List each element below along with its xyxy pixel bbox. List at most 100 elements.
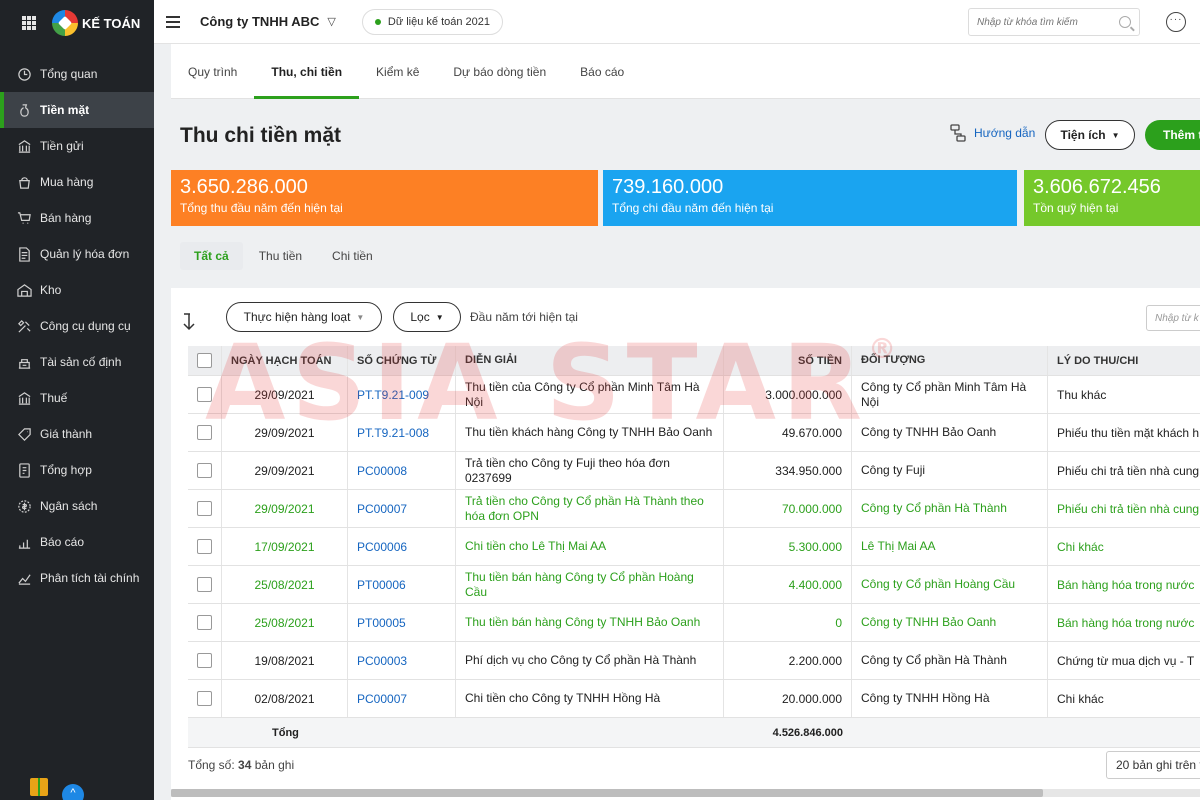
scrollbar-thumb[interactable] [171, 789, 1043, 797]
row-doc-number-text[interactable]: PC00003 [357, 654, 407, 668]
row-doc-number[interactable]: PT.T9.21-008 [348, 414, 456, 451]
row-doc-number-text[interactable]: PT00006 [357, 578, 406, 592]
row-doc-number[interactable]: PC00003 [348, 642, 456, 679]
sidebar-item-cong-cu-dung-cu[interactable]: Công cụ dụng cụ [0, 308, 154, 344]
help-link[interactable]: Hướng dẫn [950, 124, 1035, 142]
horizontal-scrollbar[interactable] [171, 789, 1200, 797]
column-header[interactable]: Diễn giải [456, 346, 724, 375]
row-checkbox[interactable] [197, 387, 212, 402]
row-doc-number[interactable]: PT.T9.21-009 [348, 376, 456, 413]
tab-4[interactable]: Báo cáo [563, 44, 641, 99]
column-header[interactable]: Đối tượng [852, 346, 1048, 375]
row-checkbox[interactable] [197, 501, 212, 516]
row-doc-number-text[interactable]: PT.T9.21-008 [357, 426, 429, 440]
sidebar-item-label: Tiền gửi [40, 139, 84, 153]
sidebar-item-mua-hang[interactable]: Mua hàng [0, 164, 154, 200]
chevron-up-icon[interactable]: ^ [62, 784, 84, 800]
sidebar-item-tien-gui[interactable]: Tiền gửi [0, 128, 154, 164]
table-row[interactable]: 25/08/2021 PT00005 Thu tiền bán hàng Công … [188, 604, 1200, 642]
row-doc-number[interactable]: PC00006 [348, 528, 456, 565]
row-checkbox[interactable] [197, 691, 212, 706]
row-description-text: Trả tiền cho Công ty Cổ phần Hà Thành th… [465, 493, 704, 523]
sidebar-item-phan-tich-tai-chinh[interactable]: Phân tích tài chính [0, 560, 154, 596]
sidebar-item-ngan-sach[interactable]: Ngân sách [0, 488, 154, 524]
row-doc-number-text[interactable]: PC00007 [357, 502, 407, 516]
row-checkbox[interactable] [197, 463, 212, 478]
column-header[interactable]: Ngày hạch toán [222, 346, 348, 375]
row-doc-number[interactable]: PC00007 [348, 680, 456, 717]
row-doc-number-text[interactable]: PC00006 [357, 540, 407, 554]
row-checkbox[interactable] [197, 577, 212, 592]
tab-3[interactable]: Dự báo dòng tiền [436, 44, 563, 99]
table-row[interactable]: 02/08/2021 PC00007 Chi tiền cho Công ty TN… [188, 680, 1200, 718]
select-all-checkbox[interactable] [197, 353, 212, 368]
row-doc-number[interactable]: PC00007 [348, 490, 456, 527]
row-amount: 5.300.000 [724, 528, 852, 565]
sidebar-item-bao-cao[interactable]: Báo cáo [0, 524, 154, 560]
row-date-text: 19/08/2021 [254, 653, 315, 668]
table-row[interactable]: 29/09/2021 PC00007 Trả tiền cho Công ty Cổ… [188, 490, 1200, 528]
bar-chart-icon [16, 534, 32, 550]
search-icon[interactable] [1119, 16, 1131, 28]
sidebar-item-quan-ly-hoa-don[interactable]: Quản lý hóa đơn [0, 236, 154, 272]
tab-1[interactable]: Thu, chi tiền [254, 44, 359, 99]
sidebar-item-ban-hang[interactable]: Bán hàng [0, 200, 154, 236]
sidebar-item-thue[interactable]: Thuế [0, 380, 154, 416]
sidebar-item-tong-hop[interactable]: Tổng hợp [0, 452, 154, 488]
row-doc-number-text[interactable]: PC00007 [357, 692, 407, 706]
row-description-text: Thu tiền bán hàng Công ty Cổ phần Hoàng … [465, 569, 694, 599]
sort-arrow-icon[interactable] [181, 312, 197, 332]
column-header[interactable]: Lý do thu/chi [1048, 346, 1200, 375]
table-row[interactable]: 25/08/2021 PT00006 Thu tiền bán hàng Công … [188, 566, 1200, 604]
page-size-select[interactable]: 20 bản ghi trên t [1106, 751, 1200, 779]
sidebar-item-gia-thanh[interactable]: Giá thành [0, 416, 154, 452]
column-header[interactable]: Số tiền [724, 346, 852, 375]
data-year-chip[interactable]: Dữ liệu kế toán 2021 [361, 8, 504, 35]
sidebar-item-kho[interactable]: Kho [0, 272, 154, 308]
row-doc-number[interactable]: PT00006 [348, 566, 456, 603]
row-doc-number-text[interactable]: PT00005 [357, 616, 406, 630]
row-reason: Phiếu chi trả tiền nhà cung [1048, 490, 1200, 527]
more-options-icon[interactable]: ··· [1166, 12, 1186, 32]
app-grid-icon[interactable] [22, 16, 36, 30]
row-description: Thu tiền bán hàng Công ty TNHH Bảo Oanh [456, 604, 724, 641]
row-checkbox[interactable] [197, 653, 212, 668]
row-doc-number[interactable]: PT00005 [348, 604, 456, 641]
filter-button[interactable]: Lọc ▼ [393, 302, 461, 332]
row-reason: Phiếu thu tiền mặt khách h [1048, 414, 1200, 451]
hamburger-menu-icon[interactable] [166, 13, 180, 31]
column-header[interactable]: Số chứng từ [348, 346, 456, 375]
table-row[interactable]: 19/08/2021 PC00003 Phí dịch vụ cho Công ty… [188, 642, 1200, 680]
sidebar-item-tong-quan[interactable]: Tổng quan [0, 56, 154, 92]
sidebar-item-tai-san-co-dinh[interactable]: Tài sản cố định [0, 344, 154, 380]
filter-tab-2[interactable]: Chi tiền [318, 242, 387, 270]
row-checkbox[interactable] [197, 539, 212, 554]
gift-icon[interactable] [30, 778, 48, 796]
company-selector[interactable]: Công ty TNHH ABC ▽ [200, 14, 336, 29]
add-button[interactable]: Thêm t [1145, 120, 1200, 150]
row-doc-number-text[interactable]: PT.T9.21-009 [357, 388, 429, 402]
bulk-action-button[interactable]: Thực hiện hàng loạt ▼ [226, 302, 382, 332]
table-body: 29/09/2021 PT.T9.21-009 Thu tiền của Công … [188, 376, 1200, 718]
row-doc-number[interactable]: PC00008 [348, 452, 456, 489]
filter-tab-0[interactable]: Tất cả [180, 242, 243, 270]
row-checkbox[interactable] [197, 615, 212, 630]
filter-tab-1[interactable]: Thu tiền [245, 242, 316, 270]
table-search-input[interactable]: Nhập từ k [1146, 305, 1200, 331]
row-doc-number-text[interactable]: PC00008 [357, 464, 407, 478]
row-description-text: Thu tiền của Công ty Cổ phần Minh Tâm Hà… [465, 379, 700, 409]
sidebar-item-tien-mat[interactable]: Tiền mặt [0, 92, 154, 128]
row-checkbox[interactable] [197, 425, 212, 440]
table-row[interactable]: 29/09/2021 PC00008 Trả tiền cho Công ty Fu… [188, 452, 1200, 490]
table-row[interactable]: 29/09/2021 PT.T9.21-008 Thu tiền khách hàn… [188, 414, 1200, 452]
cart-icon [16, 210, 32, 226]
row-reason-text: Phiếu chi trả tiền nhà cung [1057, 501, 1200, 516]
tab-0[interactable]: Quy trình [171, 44, 254, 99]
global-search[interactable] [968, 8, 1140, 36]
tab-2[interactable]: Kiểm kê [359, 44, 436, 99]
date-range-label[interactable]: Đầu năm tới hiện tại [470, 310, 578, 324]
table-row[interactable]: 17/09/2021 PC00006 Chi tiền cho Lê Thị Mai… [188, 528, 1200, 566]
search-input[interactable] [977, 16, 1107, 28]
table-row[interactable]: 29/09/2021 PT.T9.21-009 Thu tiền của Công … [188, 376, 1200, 414]
utilities-button[interactable]: Tiện ích ▼ [1045, 120, 1135, 150]
